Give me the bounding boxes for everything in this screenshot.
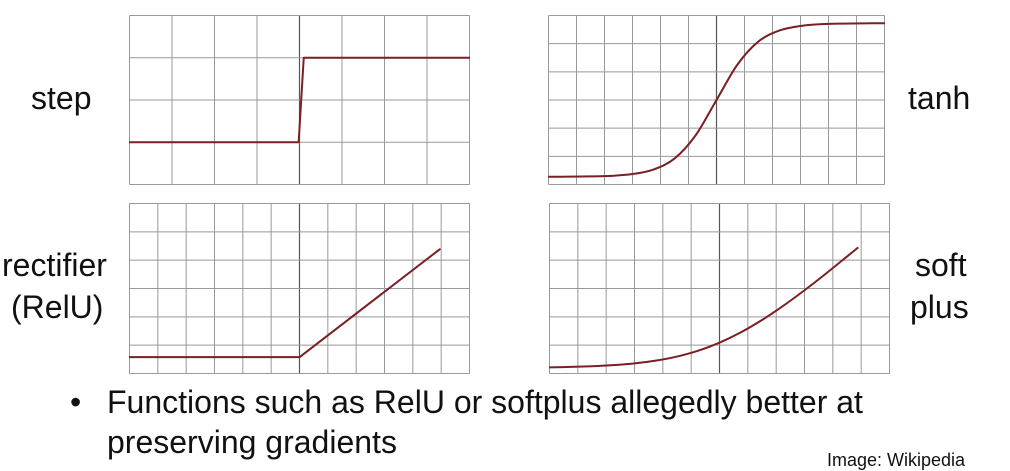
softplus-plot: [549, 203, 890, 374]
grid: [549, 203, 890, 374]
rectifier-label-line2: (RelU): [11, 289, 104, 325]
grid: [129, 203, 470, 374]
softplus-label-line2: plus: [910, 289, 969, 325]
softplus-label-line1: soft: [915, 247, 967, 283]
rectifier-label-line1: rectifier: [2, 247, 107, 283]
tanh-plot: [548, 15, 885, 185]
grid: [129, 15, 470, 185]
tanh-label: tanh: [908, 80, 971, 116]
step-plot: [129, 15, 470, 185]
bullet-marker: •: [70, 384, 82, 420]
step-label: step: [31, 80, 92, 116]
softplus-curve: [549, 246, 859, 369]
relu-plot: [129, 203, 470, 374]
image-credit: Image: Wikipedia: [827, 450, 966, 470]
relu-curve: [129, 248, 441, 359]
